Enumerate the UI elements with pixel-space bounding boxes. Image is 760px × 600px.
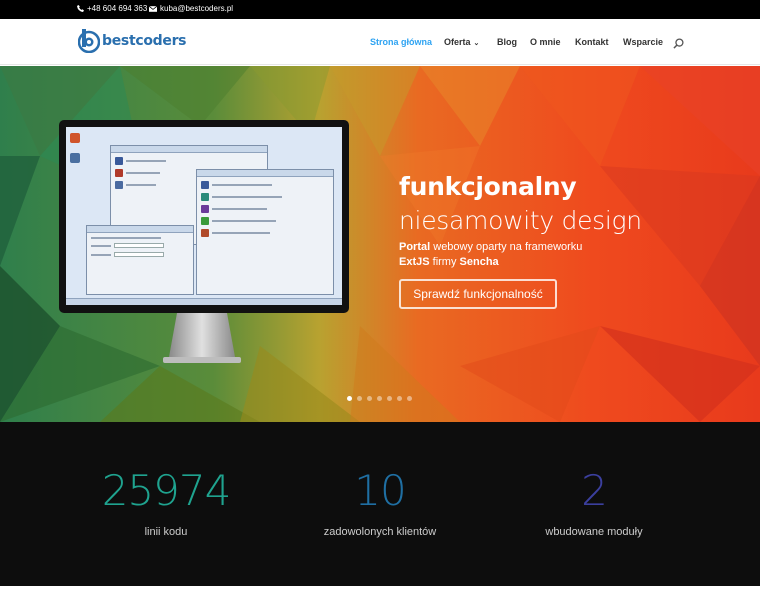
stat-modules: 2 wbudowane moduły	[494, 466, 694, 538]
stat-label: wbudowane moduły	[545, 526, 643, 538]
desc-text: webowy oparty na frameworku	[430, 241, 583, 253]
hero-description: Portal webowy oparty na frameworku ExtJS…	[399, 240, 582, 270]
desktop-icon	[70, 133, 80, 143]
stats-section: 25974 linii kodu 10 zadowolonych klientó…	[0, 422, 760, 586]
top-bar: +48 604 694 363 kuba@bestcoders.pl	[0, 0, 760, 19]
phone-icon	[77, 5, 84, 12]
taskbar	[66, 298, 342, 305]
module-window	[196, 169, 334, 295]
nav-item-oferta[interactable]: Oferta ⌄	[444, 37, 479, 47]
check-functionality-button[interactable]: Sprawdź funkcjonalność	[399, 279, 557, 309]
stat-number: 2	[581, 466, 608, 515]
logo-text: bestcoders	[102, 33, 187, 49]
desktop-icon	[70, 153, 80, 163]
nav-item-wsparcie[interactable]: Wsparcie	[623, 37, 663, 47]
phone-contact[interactable]: +48 604 694 363	[77, 4, 147, 13]
desc-sencha: Sencha	[459, 256, 499, 268]
nav-item-label: Oferta	[444, 37, 471, 47]
hero-title: funkcjonalny	[399, 172, 577, 201]
chevron-down-icon: ⌄	[473, 40, 480, 47]
search-icon[interactable]	[673, 36, 684, 54]
stat-label: linii kodu	[144, 526, 188, 538]
monitor-stand	[163, 313, 241, 363]
login-window	[86, 225, 194, 295]
monitor-screen	[66, 127, 342, 305]
nav-item-home[interactable]: Strona główna	[370, 37, 432, 47]
email-address: kuba@bestcoders.pl	[160, 4, 234, 13]
slider-dots	[347, 396, 412, 401]
slider-dot[interactable]	[397, 396, 402, 401]
phone-number: +48 604 694 363	[87, 4, 148, 13]
slider-dot[interactable]	[357, 396, 362, 401]
desc-text: firmy	[429, 256, 460, 268]
slider-dot[interactable]	[387, 396, 392, 401]
envelope-icon	[149, 5, 157, 12]
site-header: bestcoders Strona główna Oferta ⌄ Blog O …	[0, 19, 760, 65]
desc-portal: Portal	[399, 241, 431, 253]
slider-dot[interactable]	[367, 396, 372, 401]
desc-extjs: ExtJS	[399, 256, 430, 268]
email-contact[interactable]: kuba@bestcoders.pl	[149, 4, 233, 13]
stat-lines-of-code: 25974 linii kodu	[66, 466, 266, 538]
nav-item-o-mnie[interactable]: O mnie	[530, 37, 561, 47]
stat-label: zadowolonych klientów	[323, 526, 437, 538]
stat-clients: 10 zadowolonych klientów	[280, 466, 480, 538]
stat-number: 25974	[101, 466, 232, 515]
slider-dot[interactable]	[377, 396, 382, 401]
slider-dot[interactable]	[347, 396, 352, 401]
site-logo[interactable]: bestcoders	[78, 29, 187, 53]
slider-dot[interactable]	[407, 396, 412, 401]
nav-item-kontakt[interactable]: Kontakt	[575, 37, 609, 47]
hero-slider: funkcjonalny niesamowity design Portal w…	[0, 66, 760, 422]
monitor-frame	[59, 120, 349, 313]
bottom-strip	[0, 586, 760, 600]
stat-number: 10	[354, 466, 406, 515]
logo-b-icon	[78, 29, 100, 53]
nav-item-blog[interactable]: Blog	[497, 37, 517, 47]
hero-subtitle: niesamowity design	[399, 206, 642, 235]
